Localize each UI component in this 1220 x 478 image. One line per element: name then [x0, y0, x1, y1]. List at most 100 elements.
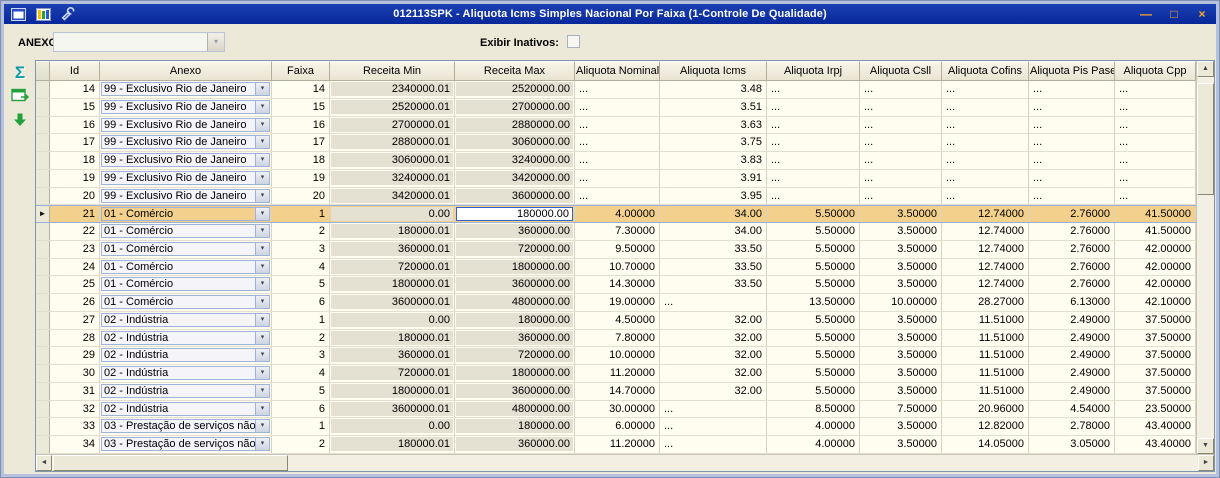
anexo-cell-combobox[interactable]: 02 - Indústria ▾: [101, 348, 270, 363]
cell-receita-max[interactable]: 360000.00: [455, 329, 575, 347]
chevron-down-icon[interactable]: ▾: [255, 313, 269, 326]
table-row[interactable]: 26 01 - Comércio ▾ 6 3600000.01 4800000.00 19.…: [36, 294, 1196, 312]
cell-aliquota-nominal[interactable]: 14.70000: [575, 382, 660, 400]
receita-max-box[interactable]: 3600000.00: [456, 277, 573, 292]
cell-receita-max[interactable]: 3060000.00: [455, 134, 575, 151]
cell-receita-min[interactable]: 720000.01: [330, 365, 455, 382]
receita-min-box[interactable]: 3420000.01: [331, 188, 453, 203]
anexo-combobox[interactable]: ▾: [53, 32, 225, 52]
cell-receita-max[interactable]: 3600000.00: [455, 382, 575, 400]
receita-max-box[interactable]: 180000.00: [456, 419, 573, 434]
cell-aliquota-irpj[interactable]: ...: [767, 116, 860, 134]
cell-aliquota-csll[interactable]: 3.50000: [860, 382, 942, 400]
cell-aliquota-cpp[interactable]: 37.50000: [1115, 365, 1196, 382]
cell-aliquota-pis-pasep[interactable]: 2.49000: [1029, 347, 1115, 364]
cell-aliquota-csll[interactable]: 3.50000: [860, 311, 942, 329]
cell-aliquota-irpj[interactable]: 5.50000: [767, 382, 860, 400]
receita-min-box[interactable]: 2340000.01: [331, 82, 453, 96]
cell-faixa[interactable]: 1: [272, 418, 330, 435]
anexo-cell-combobox[interactable]: 99 - Exclusivo Rio de Janeiro ▾: [101, 188, 270, 203]
cell-receita-max[interactable]: 180000.00: [455, 206, 575, 222]
cell-receita-min[interactable]: 1800000.01: [330, 276, 455, 293]
cell-anexo[interactable]: 01 - Comércio ▾: [100, 240, 272, 258]
cell-aliquota-cpp[interactable]: ...: [1115, 116, 1196, 134]
cell-anexo[interactable]: 99 - Exclusivo Rio de Janeiro ▾: [100, 152, 272, 169]
cell-receita-min[interactable]: 0.00: [330, 418, 455, 435]
cell-aliquota-cpp[interactable]: 42.00000: [1115, 240, 1196, 258]
cell-aliquota-cpp[interactable]: 37.50000: [1115, 382, 1196, 400]
cell-aliquota-pis-pasep[interactable]: 2.78000: [1029, 418, 1115, 435]
columns-icon[interactable]: [35, 7, 51, 21]
cell-aliquota-nominal[interactable]: 14.30000: [575, 276, 660, 293]
cell-anexo[interactable]: 01 - Comércio ▾: [100, 258, 272, 276]
cell-aliquota-nominal[interactable]: ...: [575, 187, 660, 205]
chevron-down-icon[interactable]: ▾: [207, 33, 224, 51]
cell-aliquota-cpp[interactable]: 37.50000: [1115, 347, 1196, 364]
cell-receita-min[interactable]: 180000.01: [330, 329, 455, 347]
cell-receita-max[interactable]: 360000.00: [455, 436, 575, 453]
cell-faixa[interactable]: 15: [272, 98, 330, 116]
cell-aliquota-nominal[interactable]: 7.80000: [575, 329, 660, 347]
cell-aliquota-cofins[interactable]: ...: [942, 98, 1029, 116]
cell-aliquota-csll[interactable]: 3.50000: [860, 418, 942, 435]
chevron-down-icon[interactable]: ▾: [255, 171, 269, 184]
cell-aliquota-csll[interactable]: ...: [860, 169, 942, 187]
cell-anexo[interactable]: 99 - Exclusivo Rio de Janeiro ▾: [100, 81, 272, 98]
cell-aliquota-nominal[interactable]: 6.00000: [575, 418, 660, 435]
cell-aliquota-csll[interactable]: ...: [860, 187, 942, 205]
cell-aliquota-nominal[interactable]: ...: [575, 134, 660, 151]
cell-aliquota-icms[interactable]: 32.00: [660, 329, 767, 347]
cell-aliquota-nominal[interactable]: 7.30000: [575, 223, 660, 240]
cell-receita-min[interactable]: 3600000.01: [330, 294, 455, 311]
cell-aliquota-icms[interactable]: ...: [660, 294, 767, 311]
cell-aliquota-csll[interactable]: 3.50000: [860, 365, 942, 382]
receita-min-box[interactable]: 3060000.01: [331, 153, 453, 167]
receita-max-box[interactable]: 4800000.00: [456, 401, 573, 416]
anexo-cell-combobox[interactable]: 99 - Exclusivo Rio de Janeiro ▾: [101, 153, 270, 167]
cell-id[interactable]: 25: [50, 276, 100, 293]
cell-aliquota-csll[interactable]: 3.50000: [860, 206, 942, 222]
cell-aliquota-cofins[interactable]: 12.74000: [942, 206, 1029, 222]
cell-aliquota-icms[interactable]: 32.00: [660, 311, 767, 329]
receita-max-box[interactable]: 3420000.00: [456, 170, 573, 185]
cell-aliquota-cofins[interactable]: 20.96000: [942, 400, 1029, 418]
cell-aliquota-icms[interactable]: 32.00: [660, 347, 767, 364]
cell-aliquota-pis-pasep[interactable]: 2.76000: [1029, 258, 1115, 276]
chevron-down-icon[interactable]: ▾: [255, 225, 269, 237]
cell-id[interactable]: 20: [50, 187, 100, 205]
cell-receita-max[interactable]: 4800000.00: [455, 400, 575, 418]
cell-aliquota-csll[interactable]: ...: [860, 98, 942, 116]
cell-aliquota-nominal[interactable]: 4.00000: [575, 206, 660, 222]
cell-receita-min[interactable]: 3600000.01: [330, 400, 455, 418]
receita-max-box[interactable]: 360000.00: [456, 330, 573, 345]
cell-aliquota-csll[interactable]: 7.50000: [860, 400, 942, 418]
cell-anexo[interactable]: 03 - Prestação de serviços não ▾: [100, 418, 272, 435]
table-row[interactable]: 20 99 - Exclusivo Rio de Janeiro ▾ 20 342000…: [36, 187, 1196, 206]
cell-faixa[interactable]: 4: [272, 365, 330, 382]
cell-aliquota-nominal[interactable]: 11.20000: [575, 365, 660, 382]
cell-aliquota-cpp[interactable]: ...: [1115, 187, 1196, 205]
cell-aliquota-cpp[interactable]: 37.50000: [1115, 329, 1196, 347]
sum-button[interactable]: Σ: [9, 62, 31, 82]
cell-aliquota-csll[interactable]: 10.00000: [860, 294, 942, 311]
cell-aliquota-icms[interactable]: 3.83: [660, 152, 767, 169]
receita-min-box[interactable]: 1800000.01: [331, 383, 453, 398]
cell-anexo[interactable]: 01 - Comércio ▾: [100, 294, 272, 311]
receita-min-box[interactable]: 3240000.01: [331, 170, 453, 185]
cell-aliquota-csll[interactable]: 3.50000: [860, 240, 942, 258]
receita-min-box[interactable]: 0.00: [331, 207, 453, 222]
cell-aliquota-icms[interactable]: 3.91: [660, 169, 767, 187]
receita-min-box[interactable]: 3600000.01: [331, 401, 453, 416]
cell-receita-min[interactable]: 3420000.01: [330, 187, 455, 205]
cell-anexo[interactable]: 02 - Indústria ▾: [100, 311, 272, 329]
cell-faixa[interactable]: 5: [272, 382, 330, 400]
cell-id[interactable]: 14: [50, 81, 100, 98]
anexo-cell-combobox[interactable]: 02 - Indústria ▾: [101, 312, 270, 327]
cell-receita-max[interactable]: 1800000.00: [455, 365, 575, 382]
table-row[interactable]: ► 21 01 - Comércio ▾ 1 0.00 180000.00 4.00000 34…: [36, 205, 1196, 223]
receita-max-box[interactable]: 720000.00: [456, 241, 573, 256]
cell-aliquota-cpp[interactable]: ...: [1115, 98, 1196, 116]
cell-faixa[interactable]: 6: [272, 400, 330, 418]
cell-aliquota-icms[interactable]: 33.50: [660, 240, 767, 258]
column-header-faixa[interactable]: Faixa: [272, 61, 330, 81]
